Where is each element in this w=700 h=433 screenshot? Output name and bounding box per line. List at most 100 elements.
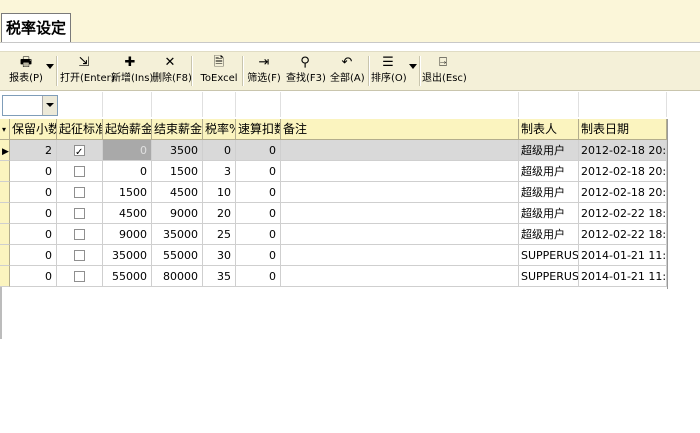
cell-end[interactable]: 80000 — [152, 266, 203, 287]
filter-cell[interactable] — [281, 92, 519, 117]
row-indicator[interactable] — [0, 182, 10, 203]
filter-cell[interactable] — [152, 92, 203, 117]
cell-start[interactable]: 1500 — [103, 182, 152, 203]
col-date[interactable]: 制表日期 — [579, 119, 667, 140]
cell-note[interactable] — [281, 224, 519, 245]
cell-date[interactable]: 2012-02-18 20:41:17 — [579, 140, 667, 161]
table-row[interactable]: 05500080000350SUPPERUSER2014-01-21 11:01… — [0, 266, 667, 287]
cell-date[interactable]: 2012-02-22 18:13:19 — [579, 224, 667, 245]
cell-threshold[interactable] — [57, 182, 103, 203]
threshold-checkbox[interactable] — [74, 187, 85, 198]
filter-button[interactable]: ⇥ 筛选(F) — [247, 53, 281, 88]
filter-cell[interactable] — [579, 92, 667, 117]
cell-note[interactable] — [281, 245, 519, 266]
cell-decimals[interactable]: 0 — [10, 203, 57, 224]
row-indicator[interactable] — [0, 266, 10, 287]
cell-decimals[interactable]: 0 — [10, 224, 57, 245]
filter-cell[interactable] — [203, 92, 236, 117]
cell-decimals[interactable]: 2 — [10, 140, 57, 161]
cell-threshold[interactable] — [57, 266, 103, 287]
threshold-checkbox[interactable] — [74, 142, 85, 160]
delete-button[interactable]: ✕ 删除(F8) — [152, 53, 192, 88]
cell-end[interactable]: 55000 — [152, 245, 203, 266]
cell-threshold[interactable] — [57, 224, 103, 245]
cell-maker[interactable]: 超级用户 — [519, 224, 579, 245]
cell-start[interactable]: 55000 — [103, 266, 152, 287]
cell-end[interactable]: 35000 — [152, 224, 203, 245]
cell-end[interactable]: 9000 — [152, 203, 203, 224]
cell-rate[interactable]: 0 — [203, 140, 236, 161]
cell-end[interactable]: 3500 — [152, 140, 203, 161]
add-button[interactable]: ✚ 新增(Ins) — [111, 53, 153, 88]
cell-quick[interactable]: 0 — [236, 245, 281, 266]
table-row[interactable]: 0900035000250超级用户2012-02-22 18:13:19 — [0, 224, 667, 245]
table-row[interactable]: 015004500100超级用户2012-02-18 20:41:48 — [0, 182, 667, 203]
cell-maker[interactable]: 超级用户 — [519, 140, 579, 161]
filter-combo[interactable] — [2, 95, 58, 116]
row-indicator[interactable]: ▶ — [0, 140, 10, 161]
cell-maker[interactable]: 超级用户 — [519, 203, 579, 224]
cell-maker[interactable]: 超级用户 — [519, 161, 579, 182]
cell-start[interactable]: 35000 — [103, 245, 152, 266]
cell-note[interactable] — [281, 140, 519, 161]
table-row[interactable]: 03500055000300SUPPERUSER2014-01-21 11:01… — [0, 245, 667, 266]
cell-rate[interactable]: 3 — [203, 161, 236, 182]
cell-date[interactable]: 2012-02-22 18:11:57 — [579, 203, 667, 224]
col-end-salary[interactable]: 结束薪金 — [152, 119, 203, 140]
cell-start[interactable]: 0 — [103, 161, 152, 182]
row-indicator[interactable] — [0, 203, 10, 224]
cell-maker[interactable]: 超级用户 — [519, 182, 579, 203]
cell-maker[interactable]: SUPPERUSER — [519, 245, 579, 266]
col-threshold[interactable]: 起征标准 — [57, 119, 103, 140]
cell-note[interactable] — [281, 161, 519, 182]
cell-date[interactable]: 2014-01-21 11:01:14 — [579, 245, 667, 266]
col-decimals[interactable]: 保留小数 — [10, 119, 57, 140]
cell-decimals[interactable]: 0 — [10, 266, 57, 287]
cell-start[interactable]: 4500 — [103, 203, 152, 224]
filter-cell[interactable] — [57, 92, 103, 117]
exit-button[interactable]: ⍈ 退出(Esc) — [422, 53, 467, 88]
report-dropdown-arrow[interactable] — [46, 64, 54, 69]
report-button[interactable]: 🖶 报表(P) — [8, 53, 44, 88]
col-start-salary[interactable]: 起始薪金 — [103, 119, 152, 140]
cell-rate[interactable]: 35 — [203, 266, 236, 287]
cell-start[interactable]: 0 — [103, 140, 152, 161]
cell-threshold[interactable] — [57, 203, 103, 224]
tab-tax-rate-settings[interactable]: 税率设定 — [1, 13, 72, 42]
cell-maker[interactable]: SUPPERUSER — [519, 266, 579, 287]
cell-date[interactable]: 2014-01-21 11:01:43 — [579, 266, 667, 287]
col-maker[interactable]: 制表人 — [519, 119, 579, 140]
cell-start[interactable]: 9000 — [103, 224, 152, 245]
open-button[interactable]: ⇲ 打开(Enter) — [60, 53, 115, 88]
cell-quick[interactable]: 0 — [236, 140, 281, 161]
combo-dropdown-button[interactable] — [42, 96, 57, 115]
table-row[interactable]: ▶20350000超级用户2012-02-18 20:41:17 — [0, 140, 667, 161]
cell-rate[interactable]: 20 — [203, 203, 236, 224]
cell-date[interactable]: 2012-02-18 20:41:48 — [579, 182, 667, 203]
cell-quick[interactable]: 0 — [236, 266, 281, 287]
cell-note[interactable] — [281, 203, 519, 224]
cell-rate[interactable]: 30 — [203, 245, 236, 266]
find-button[interactable]: ⚲ 查找(F3) — [286, 53, 326, 88]
threshold-checkbox[interactable] — [74, 208, 85, 219]
all-button[interactable]: ↶ 全部(A) — [330, 53, 365, 88]
sort-button[interactable]: ☰ 排序(O) — [371, 53, 407, 88]
cell-rate[interactable]: 25 — [203, 224, 236, 245]
row-indicator[interactable] — [0, 224, 10, 245]
cell-note[interactable] — [281, 182, 519, 203]
col-tax-rate[interactable]: 税率% — [203, 119, 236, 140]
cell-threshold[interactable] — [57, 245, 103, 266]
row-indicator[interactable] — [0, 245, 10, 266]
to-excel-button[interactable]: 🗎 ToExcel — [200, 53, 238, 88]
cell-end[interactable]: 4500 — [152, 182, 203, 203]
cell-quick[interactable]: 0 — [236, 182, 281, 203]
cell-quick[interactable]: 0 — [236, 161, 281, 182]
table-row[interactable]: 045009000200超级用户2012-02-22 18:11:57 — [0, 203, 667, 224]
sort-dropdown-arrow[interactable] — [409, 64, 417, 69]
threshold-checkbox[interactable] — [74, 166, 85, 177]
cell-decimals[interactable]: 0 — [10, 161, 57, 182]
cell-end[interactable]: 1500 — [152, 161, 203, 182]
cell-threshold[interactable] — [57, 161, 103, 182]
cell-quick[interactable]: 0 — [236, 203, 281, 224]
table-row[interactable]: 00150030超级用户2012-02-18 20:41:35 — [0, 161, 667, 182]
